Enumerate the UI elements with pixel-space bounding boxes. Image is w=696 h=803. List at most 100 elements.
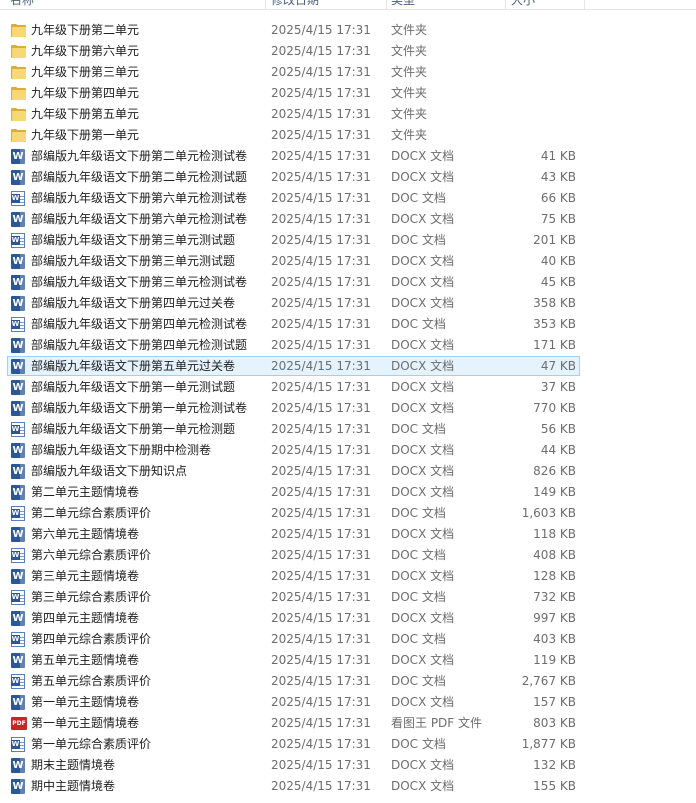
column-header-date[interactable]: 修改日期	[271, 0, 319, 9]
file-row[interactable]: 部编版九年级语文下册第四单元过关卷 2025/4/15 17:31 DOCX 文档 3…	[0, 293, 696, 314]
file-icon-cell	[11, 335, 27, 356]
folder-row[interactable]: 九年级下册第四单元 2025/4/15 17:31 文件夹	[0, 83, 696, 104]
file-icon-cell	[11, 104, 27, 125]
file-row[interactable]: W 部编版九年级语文下册第三单元测试题 2025/4/15 17:31 DOC 文档 2…	[0, 230, 696, 251]
file-modified-date: 2025/4/15 17:31	[271, 527, 371, 541]
file-row[interactable]: 部编版九年级语文下册第一单元测试题 2025/4/15 17:31 DOCX 文档 3…	[0, 377, 696, 398]
file-icon-cell	[11, 272, 27, 293]
file-icon-cell: W	[11, 629, 27, 650]
file-type: 文件夹	[391, 107, 428, 121]
file-type: 文件夹	[391, 65, 428, 79]
file-modified-date: 2025/4/15 17:31	[271, 590, 371, 604]
file-row[interactable]: 期末主题情境卷 2025/4/15 17:31 DOCX 文档 132 KB	[0, 755, 696, 776]
file-size: 56 KB	[540, 422, 576, 436]
file-icon-cell	[11, 461, 27, 482]
file-row[interactable]: 部编版九年级语文下册第六单元检测试卷 2025/4/15 17:31 DOCX 文档…	[0, 209, 696, 230]
file-icon-cell	[11, 251, 27, 272]
file-row[interactable]: W 第二单元综合素质评价 2025/4/15 17:31 DOC 文档 1,603 KB	[0, 503, 696, 524]
file-name: 部编版九年级语文下册第一单元检测题	[31, 422, 236, 436]
file-row[interactable]: 第五单元主题情境卷 2025/4/15 17:31 DOCX 文档 119 KB	[0, 650, 696, 671]
file-type: DOCX 文档	[391, 611, 455, 625]
file-row[interactable]: 部编版九年级语文下册期中检测卷 2025/4/15 17:31 DOCX 文档 44 …	[0, 440, 696, 461]
file-row[interactable]: W 部编版九年级语文下册第六单元检测试卷 2025/4/15 17:31 DOC 文档…	[0, 188, 696, 209]
file-row[interactable]: W 第六单元综合素质评价 2025/4/15 17:31 DOC 文档 408 KB	[0, 545, 696, 566]
file-row[interactable]: 部编版九年级语文下册第一单元检测试卷 2025/4/15 17:31 DOCX 文档…	[0, 398, 696, 419]
folder-icon	[11, 129, 26, 142]
file-type: 看图王 PDF 文件	[391, 716, 483, 730]
column-divider[interactable]	[505, 0, 506, 9]
file-size	[480, 20, 576, 41]
file-size	[480, 62, 576, 83]
file-modified-date: 2025/4/15 17:31	[271, 44, 371, 58]
file-size: 997 KB	[533, 611, 576, 625]
file-modified-date: 2025/4/15 17:31	[271, 653, 371, 667]
folder-row[interactable]: 九年级下册第二单元 2025/4/15 17:31 文件夹	[0, 20, 696, 41]
file-size: 2,767 KB	[521, 674, 576, 688]
folder-row[interactable]: 九年级下册第一单元 2025/4/15 17:31 文件夹	[0, 125, 696, 146]
file-icon-cell	[11, 167, 27, 188]
file-name: 部编版九年级语文下册第六单元检测试卷	[31, 191, 248, 205]
column-header-type[interactable]: 类型	[391, 0, 415, 9]
file-icon-cell	[11, 41, 27, 62]
file-row[interactable]: 部编版九年级语文下册第二单元检测试卷 2025/4/15 17:31 DOCX 文档…	[0, 146, 696, 167]
file-name: 部编版九年级语文下册第五单元过关卷	[31, 359, 236, 373]
file-row[interactable]: W 部编版九年级语文下册第四单元检测试卷 2025/4/15 17:31 DOC 文档…	[0, 314, 696, 335]
folder-icon	[11, 87, 26, 100]
file-size	[480, 83, 576, 104]
file-row[interactable]: W 第一单元综合素质评价 2025/4/15 17:31 DOC 文档 1,877 KB	[0, 734, 696, 755]
file-row[interactable]: 第六单元主题情境卷 2025/4/15 17:31 DOCX 文档 118 KB	[0, 524, 696, 545]
file-type: DOCX 文档	[391, 338, 455, 352]
file-row[interactable]: W 第五单元综合素质评价 2025/4/15 17:31 DOC 文档 2,767 KB	[0, 671, 696, 692]
file-row[interactable]: W 第三单元综合素质评价 2025/4/15 17:31 DOC 文档 732 KB	[0, 587, 696, 608]
file-row[interactable]: 部编版九年级语文下册第二单元检测试题 2025/4/15 17:31 DOCX 文档…	[0, 167, 696, 188]
file-row[interactable]: 部编版九年级语文下册第四单元检测试题 2025/4/15 17:31 DOCX 文档…	[0, 335, 696, 356]
file-name: 部编版九年级语文下册期中检测卷	[31, 443, 212, 457]
folder-row[interactable]: 九年级下册第三单元 2025/4/15 17:31 文件夹	[0, 62, 696, 83]
docx-icon	[11, 401, 25, 416]
file-icon-cell	[11, 650, 27, 671]
column-header: 名称 修改日期 类型 大小	[0, 0, 696, 10]
file-type: DOCX 文档	[391, 527, 455, 541]
file-row[interactable]: 部编版九年级语文下册第三单元检测试卷 2025/4/15 17:31 DOCX 文档…	[0, 272, 696, 293]
docx-icon	[11, 443, 25, 458]
column-divider[interactable]	[265, 0, 266, 9]
file-row[interactable]: 期中主题情境卷 2025/4/15 17:31 DOCX 文档 155 KB	[0, 776, 696, 797]
column-divider[interactable]	[584, 0, 585, 9]
docx-icon	[11, 254, 25, 269]
file-type: DOC 文档	[391, 191, 446, 205]
file-row[interactable]: 第二单元主题情境卷 2025/4/15 17:31 DOCX 文档 149 KB	[0, 482, 696, 503]
docx-icon	[11, 149, 25, 164]
file-modified-date: 2025/4/15 17:31	[271, 611, 371, 625]
file-row[interactable]: 第一单元主题情境卷 2025/4/15 17:31 DOCX 文档 157 KB	[0, 692, 696, 713]
column-header-name[interactable]: 名称	[10, 0, 34, 9]
doc-icon: W	[11, 422, 25, 437]
file-size	[480, 41, 576, 62]
file-icon-cell	[11, 608, 27, 629]
file-name: 部编版九年级语文下册第三单元测试题	[31, 254, 236, 268]
file-name: 期末主题情境卷	[31, 758, 116, 772]
file-icon-cell	[11, 566, 27, 587]
file-row[interactable]: 第一单元主题情境卷 2025/4/15 17:31 看图王 PDF 文件 803 KB	[0, 713, 696, 734]
file-icon-cell	[11, 62, 27, 83]
file-row[interactable]: W 部编版九年级语文下册第一单元检测题 2025/4/15 17:31 DOC 文档 5…	[0, 419, 696, 440]
column-divider[interactable]	[386, 0, 387, 9]
file-row[interactable]: 第四单元主题情境卷 2025/4/15 17:31 DOCX 文档 997 KB	[0, 608, 696, 629]
file-row[interactable]: 部编版九年级语文下册第五单元过关卷 2025/4/15 17:31 DOCX 文档 4…	[0, 356, 696, 377]
docx-icon	[11, 212, 25, 227]
file-size: 118 KB	[533, 527, 576, 541]
file-type: DOC 文档	[391, 548, 446, 562]
file-icon-cell: W	[11, 188, 27, 209]
file-row[interactable]: 部编版九年级语文下册知识点 2025/4/15 17:31 DOCX 文档 826 K…	[0, 461, 696, 482]
file-row[interactable]: 第三单元主题情境卷 2025/4/15 17:31 DOCX 文档 128 KB	[0, 566, 696, 587]
file-row[interactable]: 部编版九年级语文下册第三单元测试题 2025/4/15 17:31 DOCX 文档 4…	[0, 251, 696, 272]
file-size: 403 KB	[533, 632, 576, 646]
file-modified-date: 2025/4/15 17:31	[271, 128, 371, 142]
folder-row[interactable]: 九年级下册第五单元 2025/4/15 17:31 文件夹	[0, 104, 696, 125]
column-header-size[interactable]: 大小	[511, 0, 535, 9]
docx-icon	[11, 653, 25, 668]
folder-row[interactable]: 九年级下册第六单元 2025/4/15 17:31 文件夹	[0, 41, 696, 62]
file-name: 第五单元综合素质评价	[31, 674, 152, 688]
file-row[interactable]: W 第四单元综合素质评价 2025/4/15 17:31 DOC 文档 403 KB	[0, 629, 696, 650]
doc-icon: W	[11, 317, 25, 332]
file-type: DOCX 文档	[391, 212, 455, 226]
